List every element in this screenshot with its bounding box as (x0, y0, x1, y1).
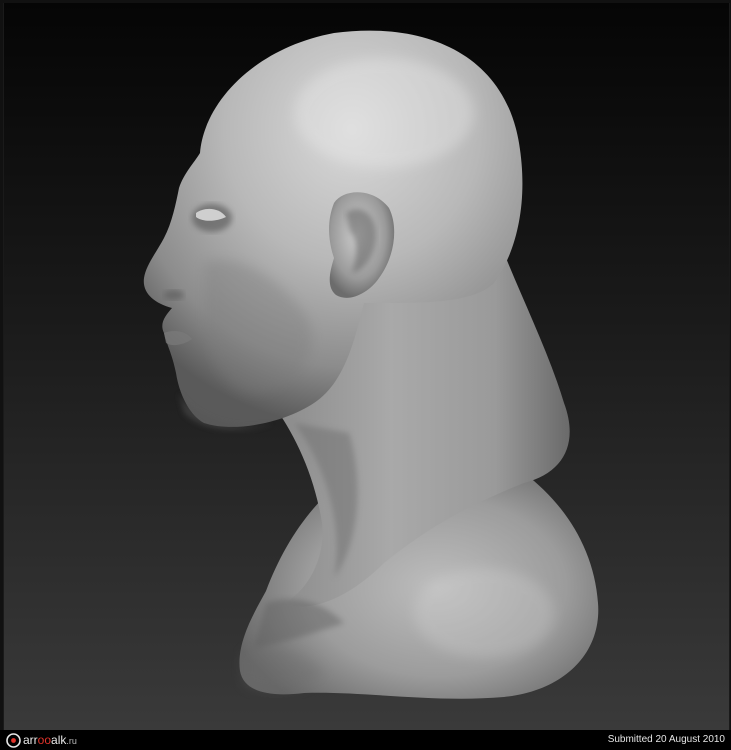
nostril-shadow (164, 290, 184, 300)
logo-middle: alk (51, 732, 67, 747)
logo-text: arrooalk.ru (23, 732, 77, 749)
logo-accent: oo (37, 732, 52, 747)
image-frame: arrooalk.ru Submitted 20 August 2010 (0, 0, 731, 750)
site-logo[interactable]: arrooalk.ru (6, 732, 77, 748)
shoulder-highlight (414, 568, 554, 658)
render-viewport (3, 3, 730, 730)
footer-bar: arrooalk.ru Submitted 20 August 2010 (0, 730, 731, 750)
sculpt-render (143, 30, 599, 699)
skull-highlight (294, 58, 474, 168)
logo-prefix: arr (23, 732, 38, 747)
logo-suffix: .ru (66, 735, 77, 746)
logo-mark-icon (6, 732, 21, 748)
submitted-date: Submitted 20 August 2010 (607, 734, 725, 745)
